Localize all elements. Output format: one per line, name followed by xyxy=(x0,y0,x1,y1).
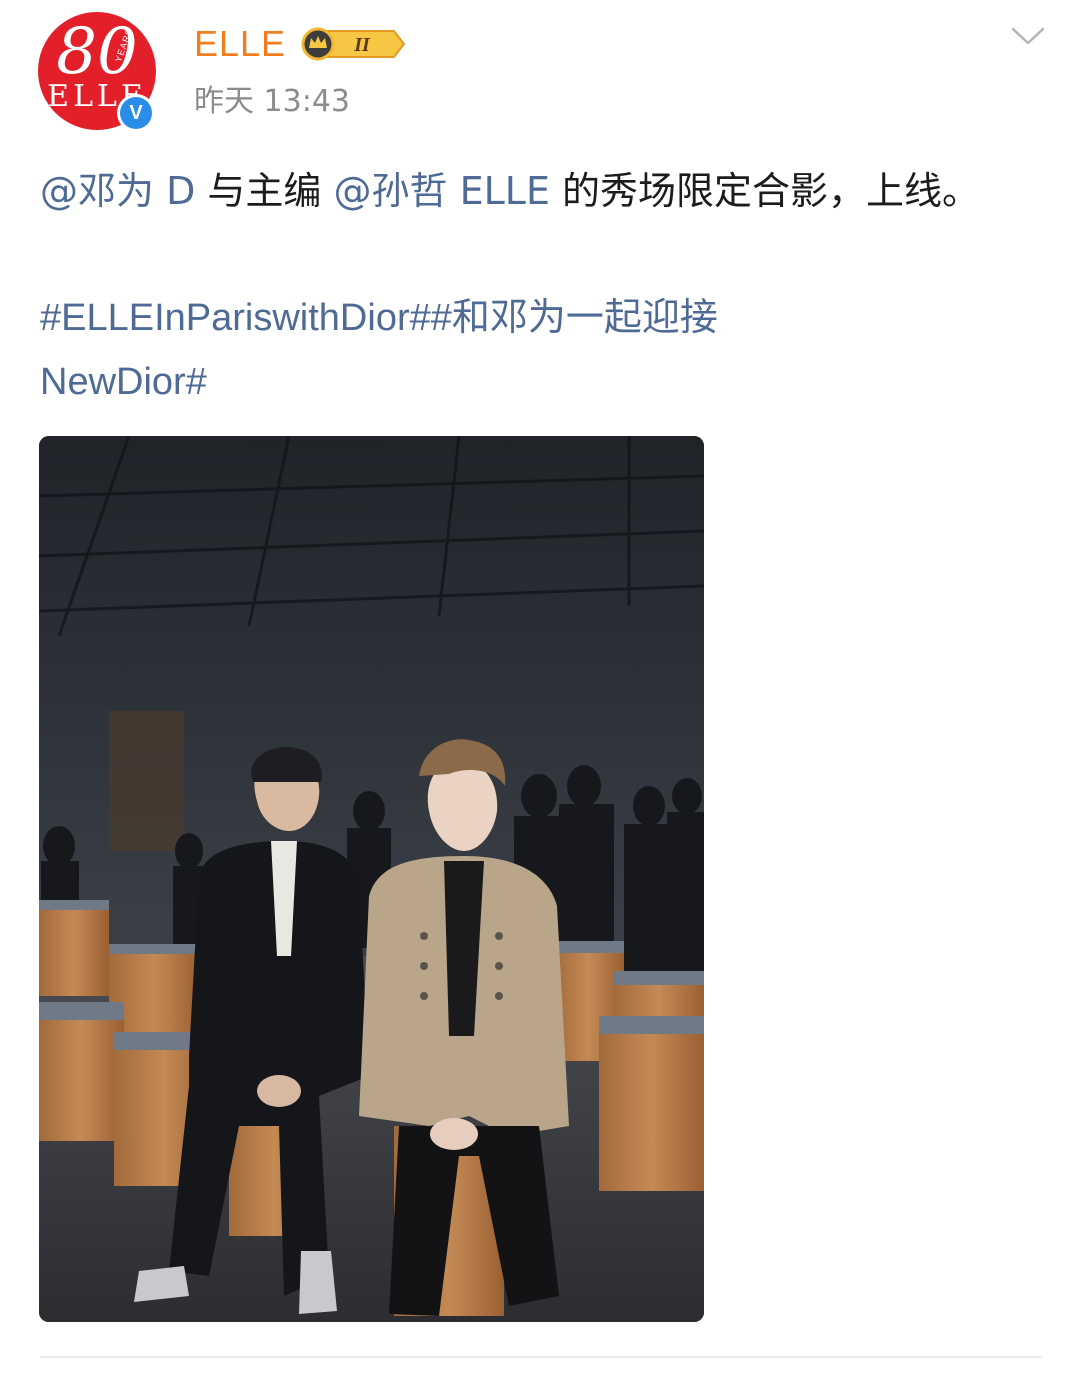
verified-mark: V xyxy=(120,97,152,129)
post-text: @邓为 D 与主编 @孙哲 ELLE 的秀场限定合影，上线。 xyxy=(40,158,1040,224)
crown-vip-badge-icon[interactable]: II xyxy=(298,26,406,62)
hashtag-elle-in-paris[interactable]: #ELLEInPariswithDior# xyxy=(40,297,431,339)
mention-sun-zhe[interactable]: @孙哲 ELLE xyxy=(334,169,550,213)
photo-scene xyxy=(39,436,704,1322)
chevron-down-icon[interactable] xyxy=(1010,24,1046,48)
hashtags: #ELLEInPariswithDior##和邓为一起迎接NewDior# xyxy=(40,286,860,414)
post-divider xyxy=(40,1356,1042,1358)
post-timestamp: 昨天 13:43 xyxy=(194,84,350,119)
post-photo[interactable] xyxy=(39,436,704,1322)
post-text-part1: 与主编 xyxy=(195,169,334,213)
username[interactable]: ELLE xyxy=(194,22,286,66)
verified-badge-icon: V xyxy=(117,94,155,132)
mention-deng-wei[interactable]: @邓为 D xyxy=(40,169,195,213)
vip-level: II xyxy=(353,34,371,56)
post-text-part2: 的秀场限定合影，上线。 xyxy=(549,169,981,213)
